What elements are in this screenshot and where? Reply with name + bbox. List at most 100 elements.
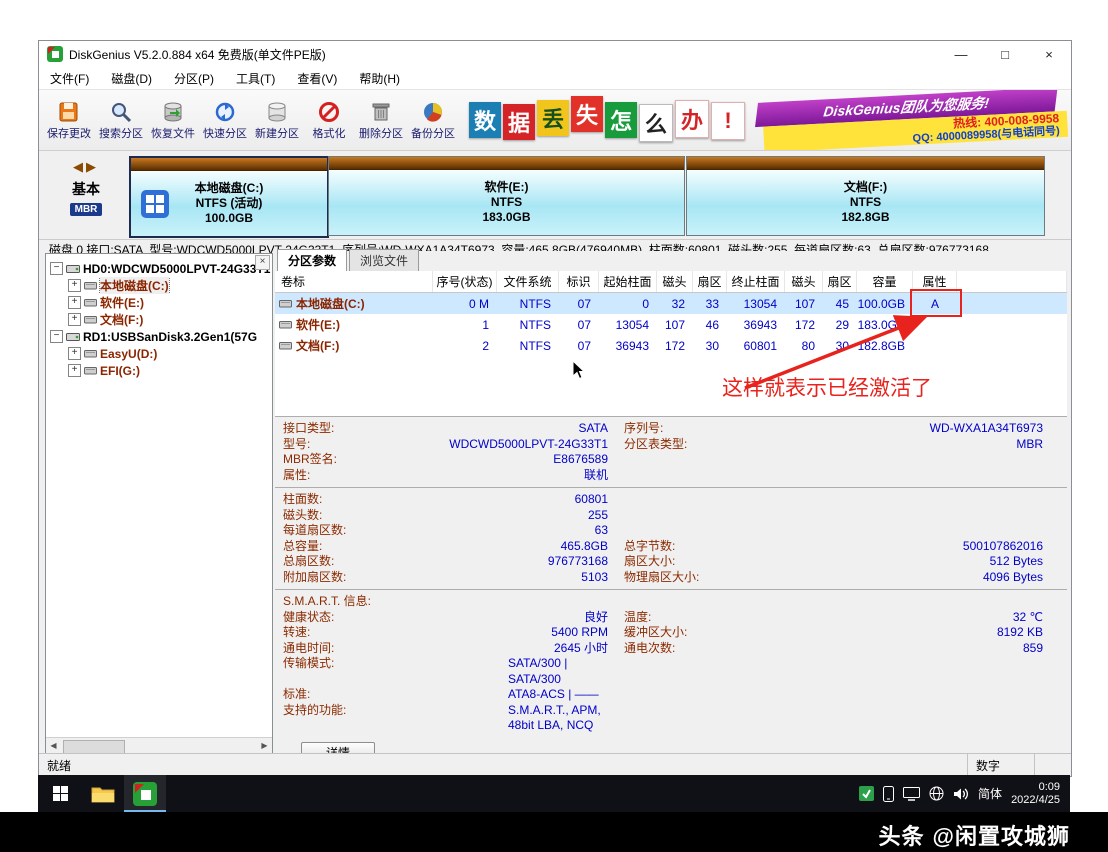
expand-icon[interactable]: [68, 347, 81, 360]
tool-label: 快速分区: [203, 125, 247, 141]
col-index: 序号(状态): [433, 271, 497, 292]
partition-icon: [84, 297, 97, 308]
tree-node-easyu[interactable]: EasyU(D:): [46, 345, 272, 362]
save-changes-button[interactable]: 保存更改: [43, 100, 95, 141]
maximize-button[interactable]: □: [983, 41, 1027, 67]
cell-start-cylinder: 13054: [599, 318, 657, 332]
close-button[interactable]: ×: [1027, 41, 1071, 67]
ad-tile: 办: [675, 100, 709, 138]
delete-partition-button[interactable]: 删除分区: [355, 100, 407, 141]
expand-icon[interactable]: [68, 364, 81, 377]
partition-block-c[interactable]: 本地磁盘(C:) NTFS (活动) 100.0GB: [129, 156, 329, 238]
detail-value: E8676589: [373, 452, 608, 468]
tab-partition-params[interactable]: 分区参数: [277, 249, 347, 272]
partition-icon: [279, 319, 292, 330]
display-icon[interactable]: [903, 787, 920, 801]
detail-label: 缓冲区大小:: [624, 625, 734, 641]
close-panel-icon[interactable]: [255, 255, 270, 270]
detail-section-geometry: 柱面数:60801 磁头数:255 每道扇区数:63 总容量:465.8GB总字…: [275, 487, 1067, 589]
detail-value: 63: [373, 523, 608, 539]
horizontal-scrollbar[interactable]: [46, 737, 272, 753]
tab-browse-files[interactable]: 浏览文件: [349, 249, 419, 271]
input-method-indicator[interactable]: 简体: [978, 785, 1002, 802]
partition-block-header: [329, 157, 684, 170]
collapse-icon[interactable]: [50, 262, 63, 275]
tree-node-c[interactable]: 本地磁盘(C:): [46, 277, 272, 294]
scroll-left-icon[interactable]: [46, 739, 61, 753]
prev-next-disk-icons[interactable]: ◀▶: [51, 159, 121, 175]
ad-banner[interactable]: 数 据 丢 失 怎 么 办 ! DiskGenius团队为您服务! 热线: 40…: [469, 94, 1065, 146]
partition-block-f[interactable]: 文档(F:) NTFS 182.8GB: [686, 156, 1045, 236]
expand-icon[interactable]: [68, 313, 81, 326]
windows-logo-icon: [53, 786, 68, 801]
detail-label: [624, 492, 734, 508]
ad-tile: 数: [469, 102, 501, 138]
menu-tools[interactable]: 工具(T): [225, 70, 286, 87]
watermark: 头条@闲置攻城狮: [879, 819, 1070, 851]
tool-label: 恢复文件: [151, 125, 195, 141]
scrollbar-track[interactable]: [61, 739, 257, 753]
partition-fs: NTFS: [850, 195, 881, 210]
phone-icon[interactable]: [883, 786, 894, 802]
diskgenius-taskbar-icon[interactable]: [124, 775, 166, 812]
menu-file[interactable]: 文件(F): [39, 70, 100, 87]
tray-app-icon[interactable]: [859, 786, 874, 801]
scheme-name: 基本: [51, 179, 121, 199]
scroll-right-icon[interactable]: [257, 739, 272, 753]
globe-icon[interactable]: [929, 786, 944, 801]
diskgenius-window: DiskGenius V5.2.0.884 x64 免费版(单文件PE版) — …: [38, 40, 1072, 777]
recover-icon: [160, 100, 186, 124]
detail-label: 总扇区数:: [283, 554, 373, 570]
partition-block-e[interactable]: 软件(E:) NTFS 183.0GB: [328, 156, 685, 236]
col-id: 标识: [559, 271, 599, 292]
expand-icon[interactable]: [68, 279, 81, 292]
partition-size: 183.0GB: [482, 210, 530, 225]
cell-filesystem: NTFS: [497, 339, 559, 353]
start-button[interactable]: [38, 775, 82, 812]
expand-icon[interactable]: [68, 296, 81, 309]
menu-help[interactable]: 帮助(H): [348, 70, 411, 87]
cell-volume: 软件(E:): [275, 316, 433, 333]
detail-value: MBR: [734, 437, 1043, 453]
clock[interactable]: 0:09 2022/4/25: [1011, 781, 1060, 807]
tool-label: 保存更改: [47, 125, 91, 141]
col-end-cylinder: 终止柱面: [727, 271, 785, 292]
detail-value: 联机: [373, 468, 608, 484]
new-partition-button[interactable]: 新建分区: [251, 100, 303, 141]
collapse-icon[interactable]: [50, 330, 63, 343]
partition-fs: NTFS (活动): [196, 196, 263, 211]
tree-node-hd0[interactable]: HD0:WDCWD5000LPVT-24G33T1: [46, 260, 272, 277]
status-end-cell: [1034, 754, 1071, 776]
tree-node-f[interactable]: 文档(F:): [46, 311, 272, 328]
annotation-text: 这样就表示已经激活了: [722, 372, 932, 402]
new-partition-icon: [264, 100, 290, 124]
scrollbar-thumb[interactable]: [63, 740, 125, 754]
file-explorer-taskbar-icon[interactable]: [82, 775, 124, 812]
partition-icon: [279, 298, 292, 309]
tree-node-rd1[interactable]: RD1:USBSanDisk3.2Gen1(57G: [46, 328, 272, 345]
minimize-button[interactable]: —: [939, 41, 983, 67]
tree-node-e[interactable]: 软件(E:): [46, 294, 272, 311]
quick-partition-button[interactable]: 快速分区: [199, 100, 251, 141]
scheme-tag: MBR: [70, 203, 103, 216]
volume-icon[interactable]: [953, 787, 969, 801]
detail-tabs: 分区参数 浏览文件: [275, 251, 1067, 272]
detail-value: SATA: [373, 421, 608, 437]
cell-index: 0 M: [433, 297, 497, 311]
recover-files-button[interactable]: 恢复文件: [147, 100, 199, 141]
backup-partition-button[interactable]: 备份分区: [407, 100, 459, 141]
detail-label: 柱面数:: [283, 492, 373, 508]
col-head: 磁头: [657, 271, 693, 292]
watermark-brand: 头条: [879, 824, 925, 849]
search-partition-button[interactable]: 搜索分区: [95, 100, 147, 141]
menu-view[interactable]: 查看(V): [286, 70, 348, 87]
menu-disk[interactable]: 磁盘(D): [100, 70, 163, 87]
col-end-sector: 扇区: [823, 271, 857, 292]
detail-label: 总容量:: [283, 539, 373, 555]
detail-value: 32 ℃: [734, 610, 1043, 626]
menu-partition[interactable]: 分区(P): [163, 70, 225, 87]
ad-tile: 失: [571, 96, 603, 132]
tree-node-efi[interactable]: EFI(G:): [46, 362, 272, 379]
format-button[interactable]: 格式化: [303, 100, 355, 141]
cell-id: 07: [559, 318, 599, 332]
